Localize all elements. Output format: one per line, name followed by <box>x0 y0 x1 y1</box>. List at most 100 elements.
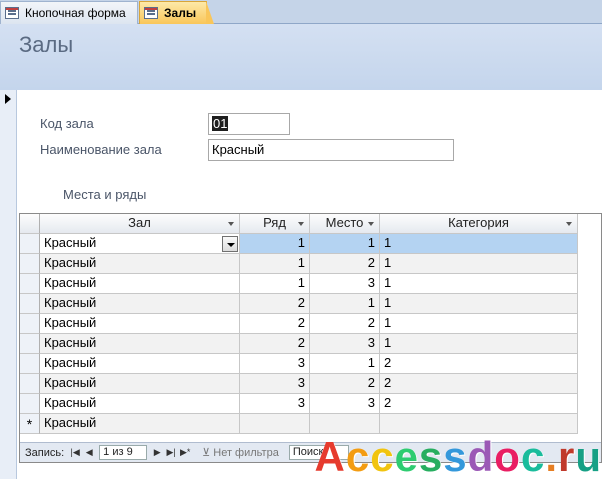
name-field[interactable]: Красный <box>208 139 454 161</box>
row-cell[interactable]: 2 <box>240 334 310 354</box>
hall-cell[interactable]: Красный <box>40 374 240 394</box>
row-cell[interactable] <box>240 414 310 434</box>
seat-cell[interactable]: 2 <box>310 374 380 394</box>
row-cell[interactable]: 1 <box>240 274 310 294</box>
name-value: Красный <box>212 142 265 157</box>
first-record-icon[interactable]: |◀ <box>69 446 81 460</box>
column-header-seat[interactable]: Место <box>310 214 380 234</box>
category-cell[interactable]: 1 <box>380 234 578 254</box>
new-record-star-icon: * <box>20 414 40 434</box>
form-icon <box>5 7 19 19</box>
hall-cell[interactable]: Красный <box>40 354 240 374</box>
combo-dropdown-icon[interactable] <box>222 236 238 252</box>
row-selector[interactable] <box>20 374 40 394</box>
name-label: Наименование зала <box>40 142 162 157</box>
new-record-icon[interactable]: ▶* <box>179 446 191 460</box>
last-record-icon[interactable]: ▶| <box>165 446 177 460</box>
tab-label: Залы <box>164 6 197 20</box>
code-label: Код зала <box>40 116 94 131</box>
record-selector[interactable] <box>0 90 17 479</box>
category-cell[interactable]: 1 <box>380 254 578 274</box>
row-selector[interactable] <box>20 354 40 374</box>
row-cell[interactable]: 3 <box>240 394 310 414</box>
hall-cell[interactable]: Красный <box>40 334 240 354</box>
new-record-row[interactable]: * Красный <box>20 414 578 434</box>
seat-cell[interactable]: 3 <box>310 274 380 294</box>
hall-cell[interactable]: Красный <box>40 414 240 434</box>
site-watermark: Accessdoc.ru <box>314 432 602 479</box>
category-cell[interactable]: 2 <box>380 354 578 374</box>
watermark-text: Accessdoc.ru <box>314 432 602 479</box>
seat-cell[interactable]: 1 <box>310 294 380 314</box>
record-position-input[interactable]: 1 из 9 <box>99 445 148 460</box>
column-header-hall[interactable]: Зал <box>40 214 240 234</box>
header-row: Зал Ряд Место Категория <box>20 214 578 234</box>
previous-record-icon[interactable]: ◀ <box>83 446 95 460</box>
table-row[interactable]: Красный 3 1 2 <box>20 354 578 374</box>
seat-cell[interactable] <box>310 414 380 434</box>
hall-cell[interactable]: Красный <box>40 274 240 294</box>
column-header-row[interactable]: Ряд <box>240 214 310 234</box>
hall-cell[interactable]: Красный <box>40 254 240 274</box>
row-cell[interactable]: 1 <box>240 234 310 254</box>
column-header-category[interactable]: Категория <box>380 214 578 234</box>
filter-icon: ⊻ <box>202 447 214 459</box>
category-cell[interactable]: 2 <box>380 394 578 414</box>
hall-combo[interactable]: Красный <box>40 234 240 254</box>
table-row[interactable]: Красный 1 2 1 <box>20 254 578 274</box>
form-icon <box>144 7 158 19</box>
category-cell[interactable]: 1 <box>380 294 578 314</box>
row-selector[interactable] <box>20 254 40 274</box>
row-cell[interactable]: 2 <box>240 294 310 314</box>
row-cell[interactable]: 3 <box>240 374 310 394</box>
row-cell[interactable]: 3 <box>240 354 310 374</box>
tab-halls[interactable]: Залы <box>139 1 214 24</box>
table-row[interactable]: Красный 2 1 1 <box>20 294 578 314</box>
seat-cell[interactable]: 2 <box>310 314 380 334</box>
table-row[interactable]: Красный 2 3 1 <box>20 334 578 354</box>
hall-cell[interactable]: Красный <box>40 394 240 414</box>
dropdown-arrow-icon <box>228 222 234 226</box>
seat-cell[interactable]: 3 <box>310 394 380 414</box>
table-row[interactable]: Красный 1 1 1 <box>20 234 578 254</box>
select-all-corner[interactable] <box>20 214 40 234</box>
hall-cell[interactable]: Красный <box>40 294 240 314</box>
seats-subform[interactable]: Зал Ряд Место Категория Красный 1 1 1 Кр… <box>19 213 602 463</box>
category-cell[interactable]: 1 <box>380 334 578 354</box>
code-value: 01 <box>212 116 229 131</box>
code-field[interactable]: 01 <box>208 113 290 135</box>
dropdown-arrow-icon <box>298 222 304 226</box>
current-record-arrow-icon <box>5 94 11 104</box>
row-selector[interactable] <box>20 394 40 414</box>
table-row[interactable]: Красный 3 3 2 <box>20 394 578 414</box>
seat-cell[interactable]: 1 <box>310 234 380 254</box>
dropdown-arrow-icon <box>368 222 374 226</box>
page-title: Залы <box>19 32 74 57</box>
row-selector[interactable] <box>20 274 40 294</box>
hall-cell[interactable]: Красный <box>40 314 240 334</box>
table-row[interactable]: Красный 3 2 2 <box>20 374 578 394</box>
next-record-icon[interactable]: ▶ <box>151 446 163 460</box>
category-cell[interactable]: 1 <box>380 314 578 334</box>
filter-indicator[interactable]: ⊻ Нет фильтра <box>202 446 279 459</box>
row-cell[interactable]: 1 <box>240 254 310 274</box>
table-row[interactable]: Красный 2 2 1 <box>20 314 578 334</box>
seat-cell[interactable]: 1 <box>310 354 380 374</box>
table-row[interactable]: Красный 1 3 1 <box>20 274 578 294</box>
tab-switchboard[interactable]: Кнопочная форма <box>0 1 138 24</box>
row-selector[interactable] <box>20 294 40 314</box>
row-selector[interactable] <box>20 314 40 334</box>
category-cell[interactable] <box>380 414 578 434</box>
document-tab-bar: Кнопочная форма Залы <box>0 0 602 24</box>
category-cell[interactable]: 1 <box>380 274 578 294</box>
tab-label: Кнопочная форма <box>25 6 126 20</box>
record-label: Запись: <box>25 446 65 459</box>
row-cell[interactable]: 2 <box>240 314 310 334</box>
row-selector[interactable] <box>20 234 40 254</box>
seat-cell[interactable]: 2 <box>310 254 380 274</box>
seat-cell[interactable]: 3 <box>310 334 380 354</box>
dropdown-arrow-icon <box>566 222 572 226</box>
category-cell[interactable]: 2 <box>380 374 578 394</box>
subform-label: Места и ряды <box>63 187 147 202</box>
row-selector[interactable] <box>20 334 40 354</box>
